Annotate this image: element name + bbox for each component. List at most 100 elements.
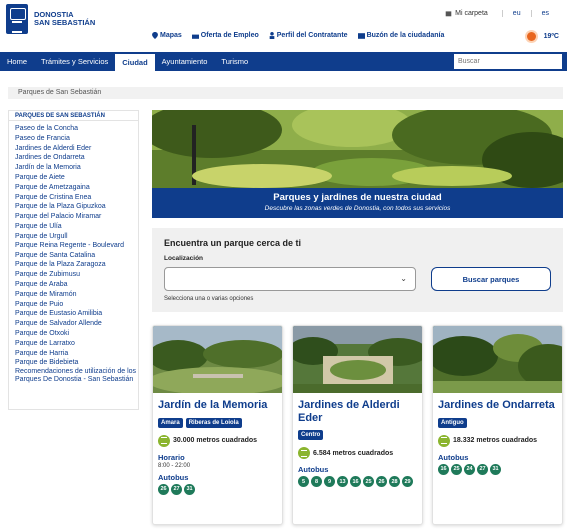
sidebar-item[interactable]: Parque de Ulía: [15, 222, 138, 232]
nav-home[interactable]: Home: [0, 52, 34, 71]
sidebar-item[interactable]: Parque de Ametzagaina: [15, 183, 138, 193]
area-icon: [298, 447, 310, 459]
neighborhood-tag: Amara: [158, 417, 183, 428]
map-pin-icon: [152, 32, 158, 39]
card-title: Jardín de la Memoria: [158, 399, 268, 411]
bus-line-badge: 25: [363, 476, 374, 487]
location-hint: Selecciona una o varias opciones: [164, 296, 254, 302]
search-parks-button[interactable]: Buscar parques: [431, 267, 551, 291]
sidebar-item[interactable]: Parque de la Plaza Zaragoza: [15, 260, 138, 270]
sidebar-item[interactable]: Parque de Eustasio Amilibia: [15, 309, 138, 319]
tag-list: Centro: [298, 430, 417, 440]
park-card[interactable]: Jardín de la Memoria Amara Riberas de Lo…: [152, 325, 283, 525]
location-select[interactable]: ⌄: [164, 267, 416, 291]
bus-line-badge: 25: [451, 463, 462, 475]
bus-line-badge: 5: [298, 476, 309, 487]
buzon-label: Buzón de la ciudadanía: [366, 32, 445, 39]
sidebar-item[interactable]: Parque de Cristina Enea: [15, 193, 138, 203]
park-card[interactable]: Jardines de Ondarreta Antiguo 18.332 met…: [432, 325, 563, 525]
sidebar-item[interactable]: Parque de Larratxo: [15, 339, 138, 349]
top-utilities: Mi carpeta eu es: [445, 10, 559, 17]
buzon-link[interactable]: Buzón de la ciudadanía: [357, 32, 445, 39]
bus-line-badge: 24: [464, 463, 475, 475]
hero-subtitle: Descubre las zonas verdes de Donostia, c…: [264, 205, 451, 212]
city-shield-icon: [6, 4, 28, 34]
sidebar-item[interactable]: Parque de Araba: [15, 280, 138, 290]
sidebar-item[interactable]: Parque Reina Regente - Boulevard: [15, 242, 138, 250]
lang-eu[interactable]: eu: [501, 10, 531, 17]
bus-line-badge: 8: [311, 476, 322, 487]
location-label: Localización: [164, 255, 204, 262]
nav-ciudad[interactable]: Ciudad: [115, 52, 155, 71]
person-icon: [269, 32, 275, 39]
logo[interactable]: DONOSTIA SAN SEBASTIÁN: [6, 4, 95, 34]
finder-title: Encuentra un parque cerca de ti: [164, 238, 302, 248]
sidebar-item[interactable]: Parque de Otxoki: [15, 329, 138, 339]
nav-turismo[interactable]: Turismo: [214, 52, 255, 71]
oferta-empleo-link[interactable]: Oferta de Empleo: [191, 32, 259, 39]
card-title: Jardines de Alderdi Eder: [298, 399, 400, 424]
bus-line-badge: 31: [184, 483, 195, 495]
mi-carpeta-link[interactable]: Mi carpeta: [445, 10, 488, 17]
sidebar-item[interactable]: Parque de Aiete: [15, 173, 138, 183]
chevron-down-icon: ⌄: [400, 274, 407, 283]
sidebar-item[interactable]: Jardín de la Memoria: [15, 163, 138, 173]
park-photo: [433, 326, 562, 393]
bus-line-badge: 26: [376, 476, 387, 487]
sidebar-item[interactable]: Paseo de Francia: [15, 134, 138, 144]
temperature: 19ºC: [543, 33, 559, 40]
nav-tramites[interactable]: Trámites y Servicios: [34, 52, 115, 71]
tag-list: Antiguo: [438, 417, 557, 428]
bus-line-badge: 28: [389, 476, 400, 487]
search-input[interactable]: [454, 54, 562, 69]
sun-icon: [526, 32, 536, 41]
sidebar-item[interactable]: Paseo de la Concha: [15, 124, 138, 134]
sidebar-list: Paseo de la Concha Paseo de Francia Jard…: [9, 121, 138, 384]
tag-list: Amara Riberas de Loiola: [158, 417, 277, 428]
mi-carpeta-label: Mi carpeta: [455, 10, 488, 17]
sidebar-item[interactable]: Parque de Urgull: [15, 232, 138, 242]
briefcase-icon: [191, 34, 199, 39]
bus-lines: 5 8 9 13 16 25 26 28 29: [298, 476, 417, 487]
sidebar-item[interactable]: Parque de la Plaza Gipuzkoa: [15, 202, 138, 212]
bus-line-badge: 16: [350, 476, 361, 487]
nav-ayuntamiento[interactable]: Ayuntamiento: [155, 52, 215, 71]
sidebar-item[interactable]: Jardines de Ondarreta: [15, 153, 138, 163]
mapas-link[interactable]: Mapas: [152, 32, 182, 39]
bus-line-badge: 27: [477, 463, 488, 475]
park-photo: [153, 326, 282, 393]
park-card[interactable]: Jardines de Alderdi Eder Centro 6.584 me…: [292, 325, 423, 525]
sidebar-item[interactable]: Parque de Harria: [15, 349, 138, 359]
sidebar-item[interactable]: Parque de Santa Catalina: [15, 251, 138, 261]
sidebar-item[interactable]: Jardines de Alderdi Eder: [15, 144, 138, 154]
sidebar: PARQUES DE SAN SEBASTIÁN Paseo de la Con…: [8, 110, 139, 410]
neighborhood-tag: Centro: [298, 430, 324, 440]
breadcrumb[interactable]: Parques de San Sebastián: [8, 87, 563, 99]
sidebar-item[interactable]: Recomendaciones de utilización de los Pa…: [15, 368, 138, 384]
hero-caption: Parques y jardines de nuestra ciudad Des…: [152, 188, 563, 218]
bus-label: Autobus: [158, 472, 189, 482]
horario-value: 8:00 - 22:00: [158, 462, 191, 469]
sidebar-item[interactable]: Parque de Puio: [15, 300, 138, 310]
sidebar-title: PARQUES DE SAN SEBASTIÁN: [9, 111, 138, 121]
area-value: 30.000 metros cuadrados: [173, 437, 258, 444]
area-info: 18.332 metros cuadrados: [438, 434, 557, 447]
logo-line2: SAN SEBASTIÁN: [34, 18, 96, 27]
park-photo: [152, 110, 563, 190]
sidebar-item[interactable]: Parque de Bidebieta: [15, 358, 138, 368]
bus-line-badge: 16: [438, 463, 449, 475]
park-finder: Encuentra un parque cerca de ti Localiza…: [152, 228, 563, 312]
card-title: Jardines de Ondarreta: [438, 399, 555, 411]
perfil-contratante-link[interactable]: Perfil del Contratante: [269, 32, 348, 39]
sidebar-item[interactable]: Parque del Palacio Miramar: [15, 212, 138, 222]
sidebar-item[interactable]: Parque de Miramón: [15, 290, 138, 300]
perfil-contratante-label: Perfil del Contratante: [276, 32, 348, 39]
sidebar-item[interactable]: Parque de Salvador Allende: [15, 319, 138, 329]
hero-banner: Parques y jardines de nuestra ciudad Des…: [152, 110, 563, 218]
sidebar-item[interactable]: Parque de Zubimusu: [15, 270, 138, 280]
neighborhood-tag: Antiguo: [438, 417, 467, 428]
bus-lines: 16 25 24 27 31: [438, 463, 557, 475]
neighborhood-tag: Riberas de Loiola: [185, 417, 242, 428]
lang-es[interactable]: es: [530, 10, 559, 17]
area-icon: [438, 434, 450, 447]
